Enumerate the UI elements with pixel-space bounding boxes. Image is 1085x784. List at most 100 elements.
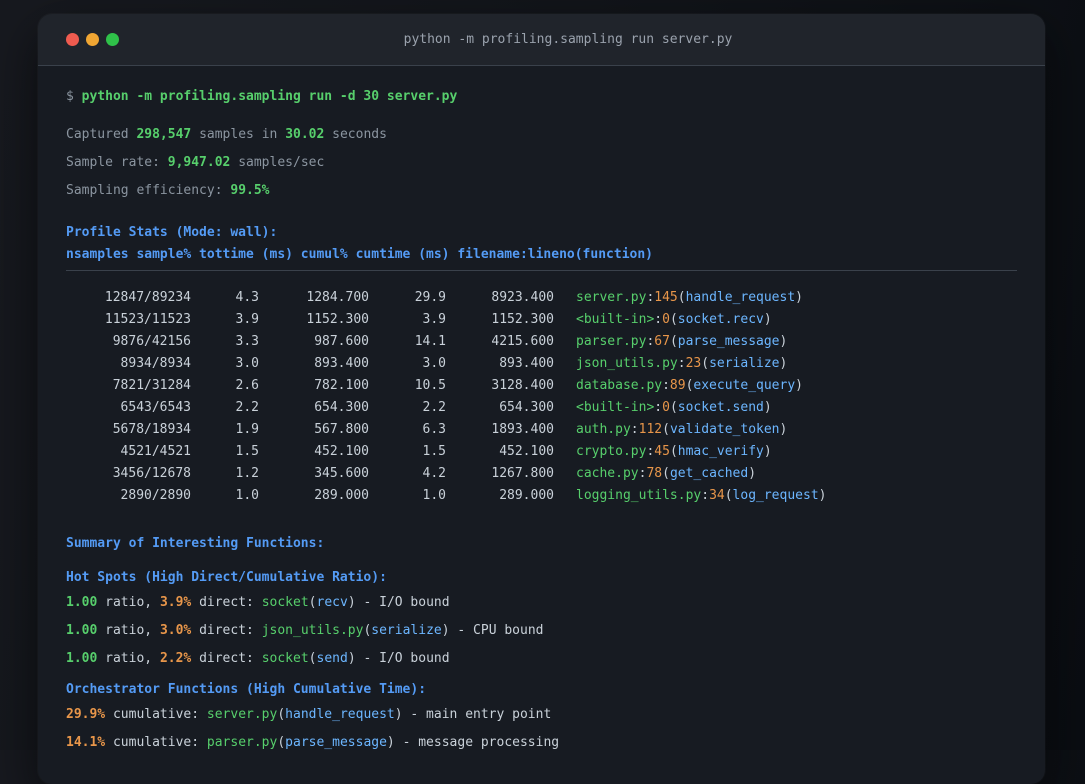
titlebar[interactable]: python -m profiling.sampling run server.… (38, 14, 1045, 66)
nsamples-cell: 2890/2890 (120, 488, 191, 503)
function-cell: logging_utils.py:34(log_request) (576, 485, 826, 507)
open-paren: ( (662, 466, 670, 481)
filename: server.py (576, 290, 647, 305)
close-paren: ) (763, 400, 772, 415)
filename: cache.py (576, 466, 639, 481)
function-cell: crypto.py:45(hmac_verify) (576, 441, 772, 463)
open-paren: ( (724, 488, 733, 503)
role-note: - main entry point (410, 707, 552, 722)
minimize-button[interactable] (86, 33, 99, 46)
command-text: python -m profiling.sampling run -d 30 s… (81, 89, 458, 104)
function-ref: parser.py(parse_message) (207, 735, 395, 750)
cumulative-pct: 29.9% (66, 707, 106, 722)
traffic-lights (66, 33, 119, 46)
stats-row: 6543/6543 2.2 654.300 2.2 654.300 <built-in>:… (66, 397, 1017, 419)
close-paren: ) (779, 334, 788, 349)
colon-separator: : (654, 400, 663, 415)
stats-row: 7821/31284 2.6 782.100 10.5 3128.400 database… (66, 375, 1017, 397)
table-divider (66, 270, 1017, 271)
close-paren: ) (779, 422, 788, 437)
open-paren: ( (677, 290, 686, 305)
lineno: 89 (669, 378, 686, 393)
cumtime-cell: 654.300 (499, 400, 554, 415)
filename: auth.py (576, 422, 631, 437)
close-paren: ) (763, 312, 772, 327)
tottime-cell: 289.000 (314, 488, 369, 503)
function-name: handle_request (685, 290, 796, 305)
function-cell: server.py:145(handle_request) (576, 287, 803, 309)
direct-label: direct: (199, 651, 254, 666)
nsamples-cell: 12847/89234 (104, 290, 191, 305)
filename: logging_utils.py (576, 488, 702, 503)
cumul-pct-cell: 3.0 (422, 356, 446, 371)
nsamples-cell: 8934/8934 (120, 356, 191, 371)
nsamples-cell: 6543/6543 (120, 400, 191, 415)
direct-label: direct: (199, 623, 254, 638)
cumulative-pct: 14.1% (66, 735, 106, 750)
tottime-cell: 987.600 (314, 334, 369, 349)
colon-separator: : (654, 312, 663, 327)
nsamples-cell: 11523/11523 (104, 312, 191, 327)
sample-rate-value: 9,947.02 (167, 155, 231, 170)
sample-pct-cell: 1.0 (235, 488, 259, 503)
function-ref: json_utils.py(serialize) (262, 623, 450, 638)
function-name: serialize (709, 356, 780, 371)
function-name: validate_token (669, 422, 780, 437)
filename: parser.py (576, 334, 647, 349)
close-paren: ) (394, 707, 403, 722)
summary-section-title: Summary of Interesting Functions: (66, 536, 325, 551)
tottime-cell: 1284.700 (306, 290, 369, 305)
colon-separator: : (630, 422, 639, 437)
tottime-cell: 452.100 (314, 444, 369, 459)
cumul-pct-cell: 4.2 (422, 466, 446, 481)
direct-pct: 2.2% (159, 651, 192, 666)
efficiency-line: Sampling efficiency: 99.5% (66, 182, 1017, 200)
cumul-pct-cell: 2.2 (422, 400, 446, 415)
close-paren: ) (347, 651, 356, 666)
function-cell: database.py:89(execute_query) (576, 375, 803, 397)
cumul-pct-cell: 14.1 (414, 334, 446, 349)
cumtime-cell: 289.000 (499, 488, 554, 503)
open-paren: ( (277, 707, 286, 722)
ratio-label: ratio, (105, 651, 153, 666)
nsamples-cell: 9876/42156 (112, 334, 191, 349)
function-cell: auth.py:112(validate_token) (576, 419, 787, 441)
ratio-label: ratio, (105, 623, 153, 638)
stats-row: 2890/2890 1.0 289.000 1.0 289.000 logging_uti… (66, 485, 1017, 507)
terminal-output: $ python -m profiling.sampling run -d 30… (38, 66, 1045, 752)
sample-pct-cell: 1.9 (235, 422, 259, 437)
captured-line: Captured 298,547 samples in 30.02 second… (66, 126, 1017, 144)
stats-table-header: nsamples sample% tottime (ms) cumul% cum… (66, 247, 653, 262)
samples-count: 298,547 (136, 127, 192, 142)
stats-row: 9876/42156 3.3 987.600 14.1 4215.600 parser.p… (66, 331, 1017, 353)
function-ref: socket(send) (262, 651, 356, 666)
filename: database.py (576, 378, 663, 393)
tottime-cell: 782.100 (314, 378, 369, 393)
function-cell: <built-in>:0(socket.send) (576, 397, 772, 419)
cumul-pct-cell: 6.3 (422, 422, 446, 437)
maximize-button[interactable] (106, 33, 119, 46)
colon-separator: : (677, 356, 686, 371)
function-name: socket.recv (677, 312, 764, 327)
close-paren: ) (779, 356, 788, 371)
nsamples-cell: 4521/4521 (120, 444, 191, 459)
close-button[interactable] (66, 33, 79, 46)
function-name: hmac_verify (677, 444, 764, 459)
filename: json_utils.py (576, 356, 678, 371)
sample-pct-cell: 3.9 (235, 312, 259, 327)
sample-pct-cell: 1.5 (235, 444, 259, 459)
lineno: 78 (646, 466, 663, 481)
cumtime-cell: 1267.800 (491, 466, 554, 481)
ratio-value: 1.00 (66, 623, 98, 638)
function-name: get_cached (669, 466, 749, 481)
target-name: socket (261, 651, 309, 666)
cumul-pct-cell: 1.5 (422, 444, 446, 459)
efficiency-label: Sampling efficiency: (66, 183, 223, 198)
lineno: 0 (662, 312, 670, 327)
filename: <built-in> (576, 400, 655, 415)
desktop-background: { "window": { "title": "python -m profil… (0, 0, 1085, 784)
lineno: 34 (709, 488, 725, 503)
ratio-label: ratio, (105, 595, 153, 610)
lineno: 0 (662, 400, 670, 415)
close-paren: ) (441, 623, 450, 638)
